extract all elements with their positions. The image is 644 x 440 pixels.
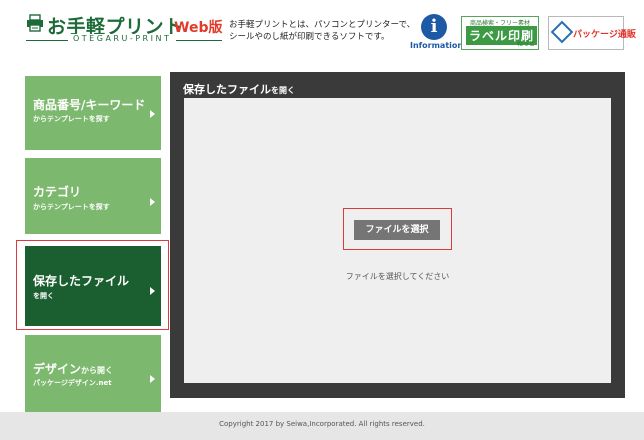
panel-title: 保存したファイルを開く (183, 83, 295, 96)
label-banner-tail: ねっと (516, 41, 535, 48)
printer-icon (27, 14, 43, 32)
sidebar-item-sublabel: パッケージデザイン.net (33, 379, 112, 387)
tagline-line-1: お手軽プリントとは、パソコンとプリンターで、 (229, 20, 416, 30)
package-icon (550, 20, 574, 44)
copyright-text: Copyright 2017 by Seiwa,Incorporated. Al… (219, 420, 425, 428)
sidebar-item-category[interactable]: カテゴリ からテンプレートを探す (25, 158, 161, 234)
arrow-right-icon (150, 110, 155, 118)
footer: Copyright 2017 by Seiwa,Incorporated. Al… (0, 412, 644, 440)
sidebar-item-label: カテゴリ (33, 185, 82, 199)
header: お手軽プリント Web版 OTEGARU-PRINT お手軽プリントとは、パソコ… (0, 0, 644, 58)
choose-file-hint: ファイルを選択してください (345, 272, 450, 281)
sidebar-item-sublabel: からテンプレートを探す (33, 115, 110, 123)
label-print-banner[interactable]: 商品検索・フリー素材 ラベル印刷 ねっと (461, 16, 539, 50)
arrow-right-icon (150, 198, 155, 206)
sidebar-item-label: デザインから開く (33, 362, 114, 376)
logo[interactable]: お手軽プリント Web版 OTEGARU-PRINT (26, 12, 222, 52)
sidebar-item-design[interactable]: デザインから開く パッケージデザイン.net (25, 335, 161, 412)
tagline: お手軽プリントとは、パソコンとプリンターで、 シールやのし紙が印刷できるソフトで… (229, 19, 416, 43)
logo-web-badge: Web版 (174, 20, 223, 36)
package-banner-text: パッケージ通販 (573, 30, 636, 40)
info-icon: i (421, 14, 447, 40)
sidebar-item-label: 商品番号/キーワード (33, 98, 146, 112)
open-file-panel: 保存したファイルを開く ファイルを選択 ファイルを選択してください (170, 72, 625, 398)
logo-subtitle: OTEGARU-PRINT (68, 34, 177, 43)
sidebar-item-sublabel: からテンプレートを探す (33, 203, 110, 211)
choose-file-button[interactable]: ファイルを選択 (354, 220, 440, 240)
arrow-right-icon (150, 375, 155, 383)
selection-highlight (16, 240, 169, 330)
tagline-line-2: シールやのし紙が印刷できるソフトです。 (229, 32, 390, 42)
file-drop-area: ファイルを選択 ファイルを選択してください (184, 98, 611, 383)
information-link[interactable]: i Information (410, 14, 464, 54)
information-label: Information (410, 41, 464, 50)
sidebar-item-keyword[interactable]: 商品番号/キーワード からテンプレートを探す (25, 76, 161, 150)
package-shop-banner[interactable]: パッケージ通販 (548, 16, 636, 50)
